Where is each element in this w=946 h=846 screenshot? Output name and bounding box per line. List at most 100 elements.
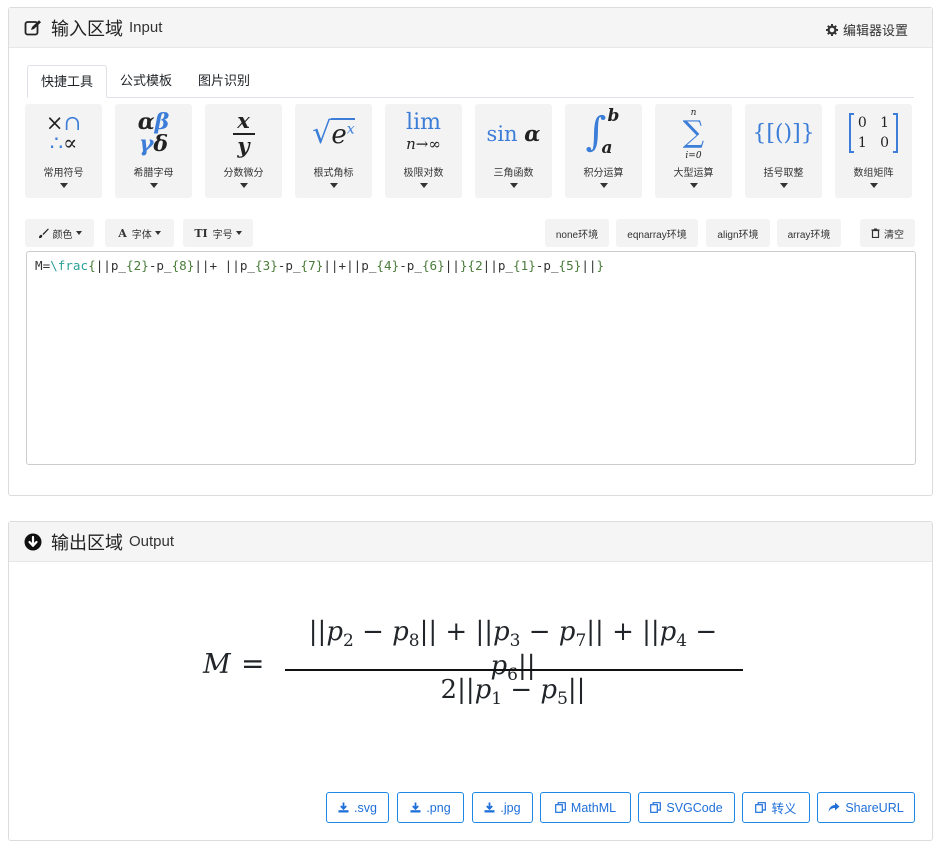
- escape-label: 转义: [771, 802, 797, 816]
- font-button-label: 字体: [131, 229, 152, 241]
- tool-brackets[interactable]: {[()]} 括号取整: [745, 104, 822, 198]
- download-icon: [410, 802, 421, 813]
- common-symbols-icon: ×∩ ∴∝: [45, 111, 82, 155]
- tool-matrices[interactable]: 0 11 0 数组矩阵: [835, 104, 912, 198]
- tool-radicals[interactable]: √ex 根式角标: [295, 104, 372, 198]
- tool-integrals[interactable]: ∫ b a 积分运算: [565, 104, 642, 198]
- matrix-icon: 0 11 0: [835, 104, 912, 162]
- caret-down-icon: [419, 183, 428, 188]
- input-tabs: 快捷工具 公式模板 图片识别: [27, 65, 914, 98]
- tool-common-symbols[interactable]: ×∩ ∴∝ 常用符号: [25, 104, 102, 198]
- output-subtitle-text: Output: [129, 533, 175, 550]
- editor-settings-label: 编辑器设置: [842, 23, 908, 38]
- array-env-button[interactable]: array环境: [777, 219, 841, 247]
- tool-label: 三角函数: [493, 168, 534, 179]
- export-svg-button[interactable]: .svg: [326, 792, 389, 823]
- latex-editor-content: M=\frac{||p_{2}-p_{8}||+ ||p_{3}-p_{7}||…: [35, 258, 605, 273]
- copy-icon: [555, 802, 566, 813]
- tab-image-recognition[interactable]: 图片识别: [185, 65, 263, 98]
- text-height-icon: TI: [194, 226, 208, 240]
- tool-greek-letters[interactable]: αβ γδ 希腊字母: [115, 104, 192, 198]
- formula-denominator: 2||p1 − p5||: [440, 675, 586, 709]
- tab-quick-tools[interactable]: 快捷工具: [27, 65, 108, 98]
- caret-down-icon: [59, 183, 68, 188]
- tool-label: 大型运算: [673, 168, 714, 179]
- sin-icon: sin α: [486, 120, 541, 146]
- trash-icon: [871, 228, 880, 238]
- none-env-button[interactable]: none环境: [545, 219, 609, 247]
- download-icon: [338, 802, 349, 813]
- copy-icon: [650, 802, 662, 813]
- output-panel: 输出区域 Output M = ||p2 − p8|| + ||p3 − p7|…: [8, 521, 933, 841]
- caret-down-icon: [329, 183, 338, 188]
- integral-icon: ∫ b a: [585, 106, 620, 158]
- tab-formula-templates[interactable]: 公式模板: [107, 65, 185, 98]
- input-panel: 输入区域 Input 编辑器设置 快捷工具 公式模板 图片识别 ×∩ ∴∝ 常用符…: [8, 7, 933, 496]
- share-icon: [828, 802, 840, 812]
- tool-limits-logs[interactable]: lim n→∞ 极限对数: [385, 104, 462, 198]
- tool-label: 根式角标: [313, 168, 354, 179]
- gear-icon: [825, 23, 838, 36]
- caret-down-icon: [75, 231, 82, 235]
- tool-label: 积分运算: [583, 168, 624, 179]
- caret-down-icon: [779, 183, 788, 188]
- tool-label: 极限对数: [403, 168, 444, 179]
- tool-fractions[interactable]: xy 分数微分: [205, 104, 282, 198]
- sqrt-icon: √ex: [312, 115, 355, 151]
- color-button[interactable]: 颜色: [25, 219, 94, 247]
- share-url-label: ShareURL: [845, 800, 904, 815]
- caret-down-icon: [235, 231, 242, 235]
- output-title-text: 输出区域: [51, 532, 123, 553]
- input-subtitle-text: Input: [129, 19, 163, 36]
- caret-down-icon: [869, 183, 878, 188]
- copy-mathml-label: MathML: [570, 800, 617, 815]
- copy-svgcode-button[interactable]: SVGCode: [638, 792, 735, 823]
- sum-icon: n ∑ i=0: [682, 108, 705, 161]
- eqnarray-env-button[interactable]: eqnarray环境: [616, 219, 698, 247]
- caret-down-icon: [689, 183, 698, 188]
- align-env-button[interactable]: align环境: [706, 219, 770, 247]
- limit-icon: lim n→∞: [406, 109, 441, 153]
- font-size-button-label: 字号: [212, 229, 233, 241]
- paint-brush-icon: [38, 228, 49, 238]
- export-jpg-button[interactable]: .jpg: [472, 792, 533, 823]
- output-panel-title: 输出区域 Output: [23, 529, 174, 555]
- formula-equals: =: [241, 647, 265, 680]
- font-button[interactable]: A 字体: [105, 219, 174, 247]
- tool-label: 括号取整: [763, 168, 804, 179]
- download-icon: [484, 802, 495, 813]
- tool-label: 希腊字母: [133, 168, 174, 179]
- clear-button[interactable]: 清空: [860, 219, 915, 247]
- latex-editor[interactable]: M=\frac{||p_{2}-p_{8}||+ ||p_{3}-p_{7}||…: [26, 251, 916, 465]
- quick-tools-row: ×∩ ∴∝ 常用符号 αβ γδ 希腊字母 xy 分数微分 √ex 根式角标 l…: [25, 104, 915, 200]
- font-size-button[interactable]: TI 字号: [183, 219, 253, 247]
- formula-lhs: M: [203, 649, 231, 680]
- clear-button-label: 清空: [884, 229, 904, 241]
- rendered-formula: M = ||p2 − p8|| + ||p3 − p7|| + ||p4 − p…: [203, 617, 743, 717]
- editor-settings-button[interactable]: 编辑器设置: [825, 20, 908, 39]
- caret-down-icon: [599, 183, 608, 188]
- caret-down-icon: [239, 183, 248, 188]
- font-icon: A: [118, 226, 127, 240]
- tool-label: 数组矩阵: [853, 168, 894, 179]
- input-panel-header: 输入区域 Input 编辑器设置: [9, 8, 932, 48]
- escape-button[interactable]: 转义: [742, 792, 810, 823]
- caret-down-icon: [509, 183, 518, 188]
- output-panel-header: 输出区域 Output: [9, 522, 932, 562]
- arrow-circle-down-icon: [23, 532, 43, 552]
- caret-down-icon: [149, 183, 158, 188]
- caret-down-icon: [154, 231, 161, 235]
- export-png-button[interactable]: .png: [397, 792, 464, 823]
- tool-trig[interactable]: sin α 三角函数: [475, 104, 552, 198]
- input-title-text: 输入区域: [51, 18, 123, 39]
- export-svg-label: .svg: [354, 800, 377, 815]
- brackets-icon: {[()]}: [752, 120, 815, 146]
- fraction-icon: xy: [205, 104, 282, 162]
- copy-svgcode-label: SVGCode: [666, 800, 723, 815]
- share-url-button[interactable]: ShareURL: [817, 792, 915, 823]
- copy-mathml-button[interactable]: MathML: [540, 792, 631, 823]
- tool-large-operators[interactable]: n ∑ i=0 大型运算: [655, 104, 732, 198]
- export-png-label: .png: [426, 800, 451, 815]
- tool-label: 分数微分: [223, 168, 264, 179]
- color-button-label: 颜色: [52, 229, 73, 241]
